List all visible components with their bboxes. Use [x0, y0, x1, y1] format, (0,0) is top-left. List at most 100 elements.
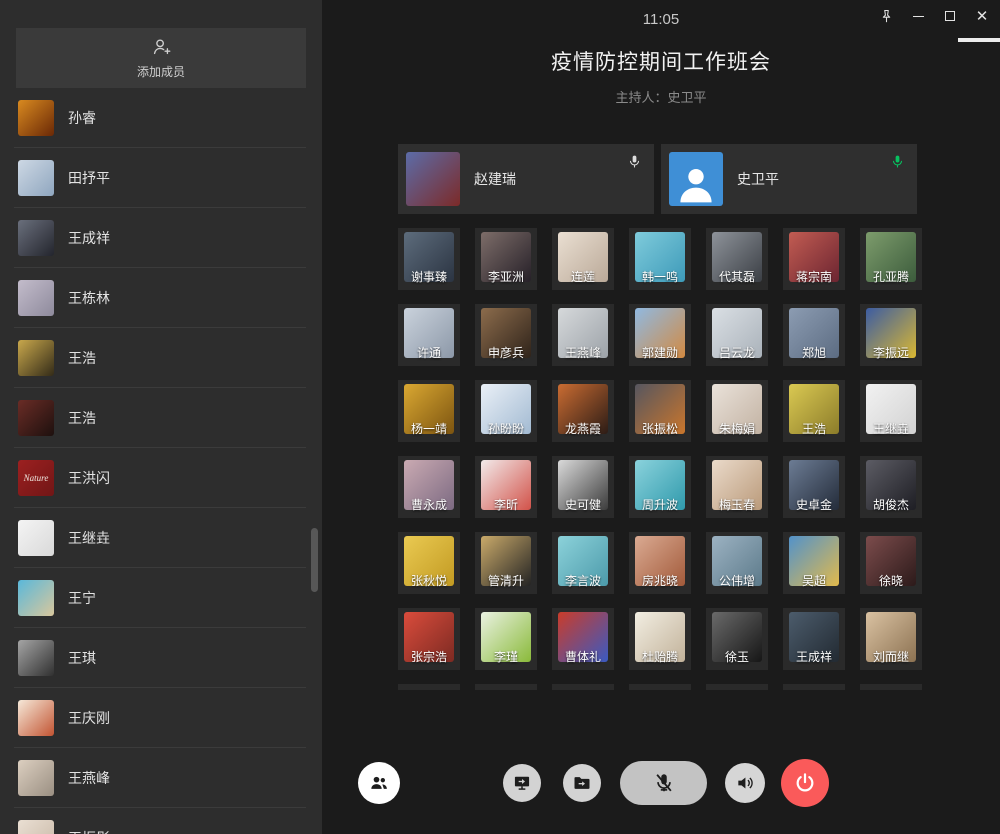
participant-name: 王浩: [783, 420, 845, 437]
participant-tile[interactable]: 蒋宗南: [783, 228, 845, 290]
participant-name: 徐玉: [706, 648, 768, 665]
participant-grid: 谢事臻 李亚洲 连莲 韩一鸣 代: [398, 228, 922, 690]
add-member-label: 添加成员: [137, 63, 185, 80]
member-list-item[interactable]: 王浩: [0, 328, 322, 388]
participant-tile[interactable]: 李亚洲: [475, 228, 537, 290]
member-list-item[interactable]: 王振彤: [0, 808, 322, 834]
participant-tile[interactable]: 史卓金: [783, 456, 845, 518]
participant-tile[interactable]: 龙燕霞: [552, 380, 614, 442]
member-name: 王庆刚: [68, 708, 110, 728]
member-name: 王栋林: [68, 288, 110, 308]
participant-tile[interactable]: 杨一靖: [398, 380, 460, 442]
participant-tile[interactable]: 曹永成: [398, 456, 460, 518]
participant-name: 郑旭: [783, 344, 845, 361]
add-member-button[interactable]: 添加成员: [16, 28, 306, 88]
participant-name: 史可健: [552, 496, 614, 513]
participant-tile-partial: [398, 684, 460, 690]
member-list-item[interactable]: 王浩: [0, 388, 322, 448]
participant-tile[interactable]: 胡俊杰: [860, 456, 922, 518]
screen-share-icon: [512, 773, 532, 793]
participant-tile[interactable]: 孙盼盼: [475, 380, 537, 442]
participant-tile[interactable]: 王燕峰: [552, 304, 614, 366]
member-list-item[interactable]: 王宁: [0, 568, 322, 628]
member-avatar: [18, 220, 54, 256]
scrollbar-indicator[interactable]: [958, 38, 1000, 42]
participant-tile-partial: [706, 684, 768, 690]
featured-card-zhaojianrui[interactable]: 赵建瑞: [398, 144, 654, 214]
participant-tile[interactable]: 许通: [398, 304, 460, 366]
member-name: 王宁: [68, 588, 96, 608]
member-list-item[interactable]: Nature 王洪闪: [0, 448, 322, 508]
participant-name: 李昕: [475, 496, 537, 513]
member-list-item[interactable]: 王成祥: [0, 208, 322, 268]
file-share-button[interactable]: [563, 764, 601, 802]
participant-tile[interactable]: 管清升: [475, 532, 537, 594]
participant-tile[interactable]: 王继垚: [860, 380, 922, 442]
close-button[interactable]: ✕: [972, 4, 992, 28]
member-list-item[interactable]: 孙睿: [0, 88, 322, 148]
member-list-item[interactable]: 田抒平: [0, 148, 322, 208]
participant-tile[interactable]: 张秋悦: [398, 532, 460, 594]
participant-tile[interactable]: 徐晓: [860, 532, 922, 594]
participant-name: 王成祥: [783, 648, 845, 665]
participant-tile[interactable]: 朱梅娟: [706, 380, 768, 442]
participant-tile[interactable]: 梅玉春: [706, 456, 768, 518]
member-list-item[interactable]: 王燕峰: [0, 748, 322, 808]
participant-tile[interactable]: 公伟增: [706, 532, 768, 594]
participant-tile[interactable]: 孔亚腾: [860, 228, 922, 290]
participant-tile[interactable]: 曹体礼: [552, 608, 614, 670]
participant-tile[interactable]: 刘而继: [860, 608, 922, 670]
participant-name: 朱梅娟: [706, 420, 768, 437]
participant-tile[interactable]: 杜贻腾: [629, 608, 691, 670]
participant-tile[interactable]: 房兆晓: [629, 532, 691, 594]
participant-tile[interactable]: 徐玉: [706, 608, 768, 670]
maximize-button[interactable]: [940, 4, 960, 28]
participant-tile[interactable]: 吴超: [783, 532, 845, 594]
participant-tile[interactable]: 张振松: [629, 380, 691, 442]
avatar-text-label: Nature: [24, 473, 49, 483]
member-list-item[interactable]: 王琪: [0, 628, 322, 688]
end-call-button[interactable]: [781, 759, 829, 807]
featured-card-shiweiping[interactable]: 史卫平: [661, 144, 917, 214]
participant-tile[interactable]: 王浩: [783, 380, 845, 442]
participant-tile[interactable]: 史可健: [552, 456, 614, 518]
member-list-item[interactable]: 王栋林: [0, 268, 322, 328]
participant-name: 蒋宗南: [783, 268, 845, 285]
meeting-window: 添加成员 孙睿 田抒平: [0, 0, 1000, 834]
mic-mute-button[interactable]: [620, 761, 707, 805]
member-avatar: [18, 520, 54, 556]
participant-tile[interactable]: 连莲: [552, 228, 614, 290]
participant-tile[interactable]: 郑旭: [783, 304, 845, 366]
member-name: 王浩: [68, 348, 96, 368]
member-list-item[interactable]: 王继垚: [0, 508, 322, 568]
participant-tile[interactable]: 吕云龙: [706, 304, 768, 366]
mic-active-icon: [890, 154, 905, 169]
member-name: 田抒平: [68, 168, 110, 188]
minimize-button[interactable]: [908, 4, 928, 28]
participant-tile[interactable]: 李言波: [552, 532, 614, 594]
participant-tile[interactable]: 谢事臻: [398, 228, 460, 290]
participant-name: 连莲: [552, 268, 614, 285]
speaker-button[interactable]: [725, 763, 765, 803]
participant-tile[interactable]: 李瑾: [475, 608, 537, 670]
participant-tile[interactable]: 张宗浩: [398, 608, 460, 670]
member-avatar: Nature: [18, 460, 54, 496]
sidebar-scrollbar-thumb[interactable]: [311, 528, 318, 592]
participant-tile[interactable]: 李昕: [475, 456, 537, 518]
participant-tile[interactable]: 郭建勋: [629, 304, 691, 366]
participant-tile[interactable]: 韩一鸣: [629, 228, 691, 290]
member-avatar: [18, 280, 54, 316]
participant-name: 代其磊: [706, 268, 768, 285]
participant-tile[interactable]: 李振远: [860, 304, 922, 366]
participant-tile[interactable]: 申彦兵: [475, 304, 537, 366]
members-toggle-button[interactable]: [358, 762, 400, 804]
participant-tile[interactable]: 周升波: [629, 456, 691, 518]
participant-name: 曹体礼: [552, 648, 614, 665]
participant-tile[interactable]: 代其磊: [706, 228, 768, 290]
participant-name: 吴超: [783, 572, 845, 589]
participant-name: 梅玉春: [706, 496, 768, 513]
screen-share-button[interactable]: [503, 764, 541, 802]
member-list-item[interactable]: 王庆刚: [0, 688, 322, 748]
participant-tile[interactable]: 王成祥: [783, 608, 845, 670]
pin-icon[interactable]: [876, 4, 896, 28]
